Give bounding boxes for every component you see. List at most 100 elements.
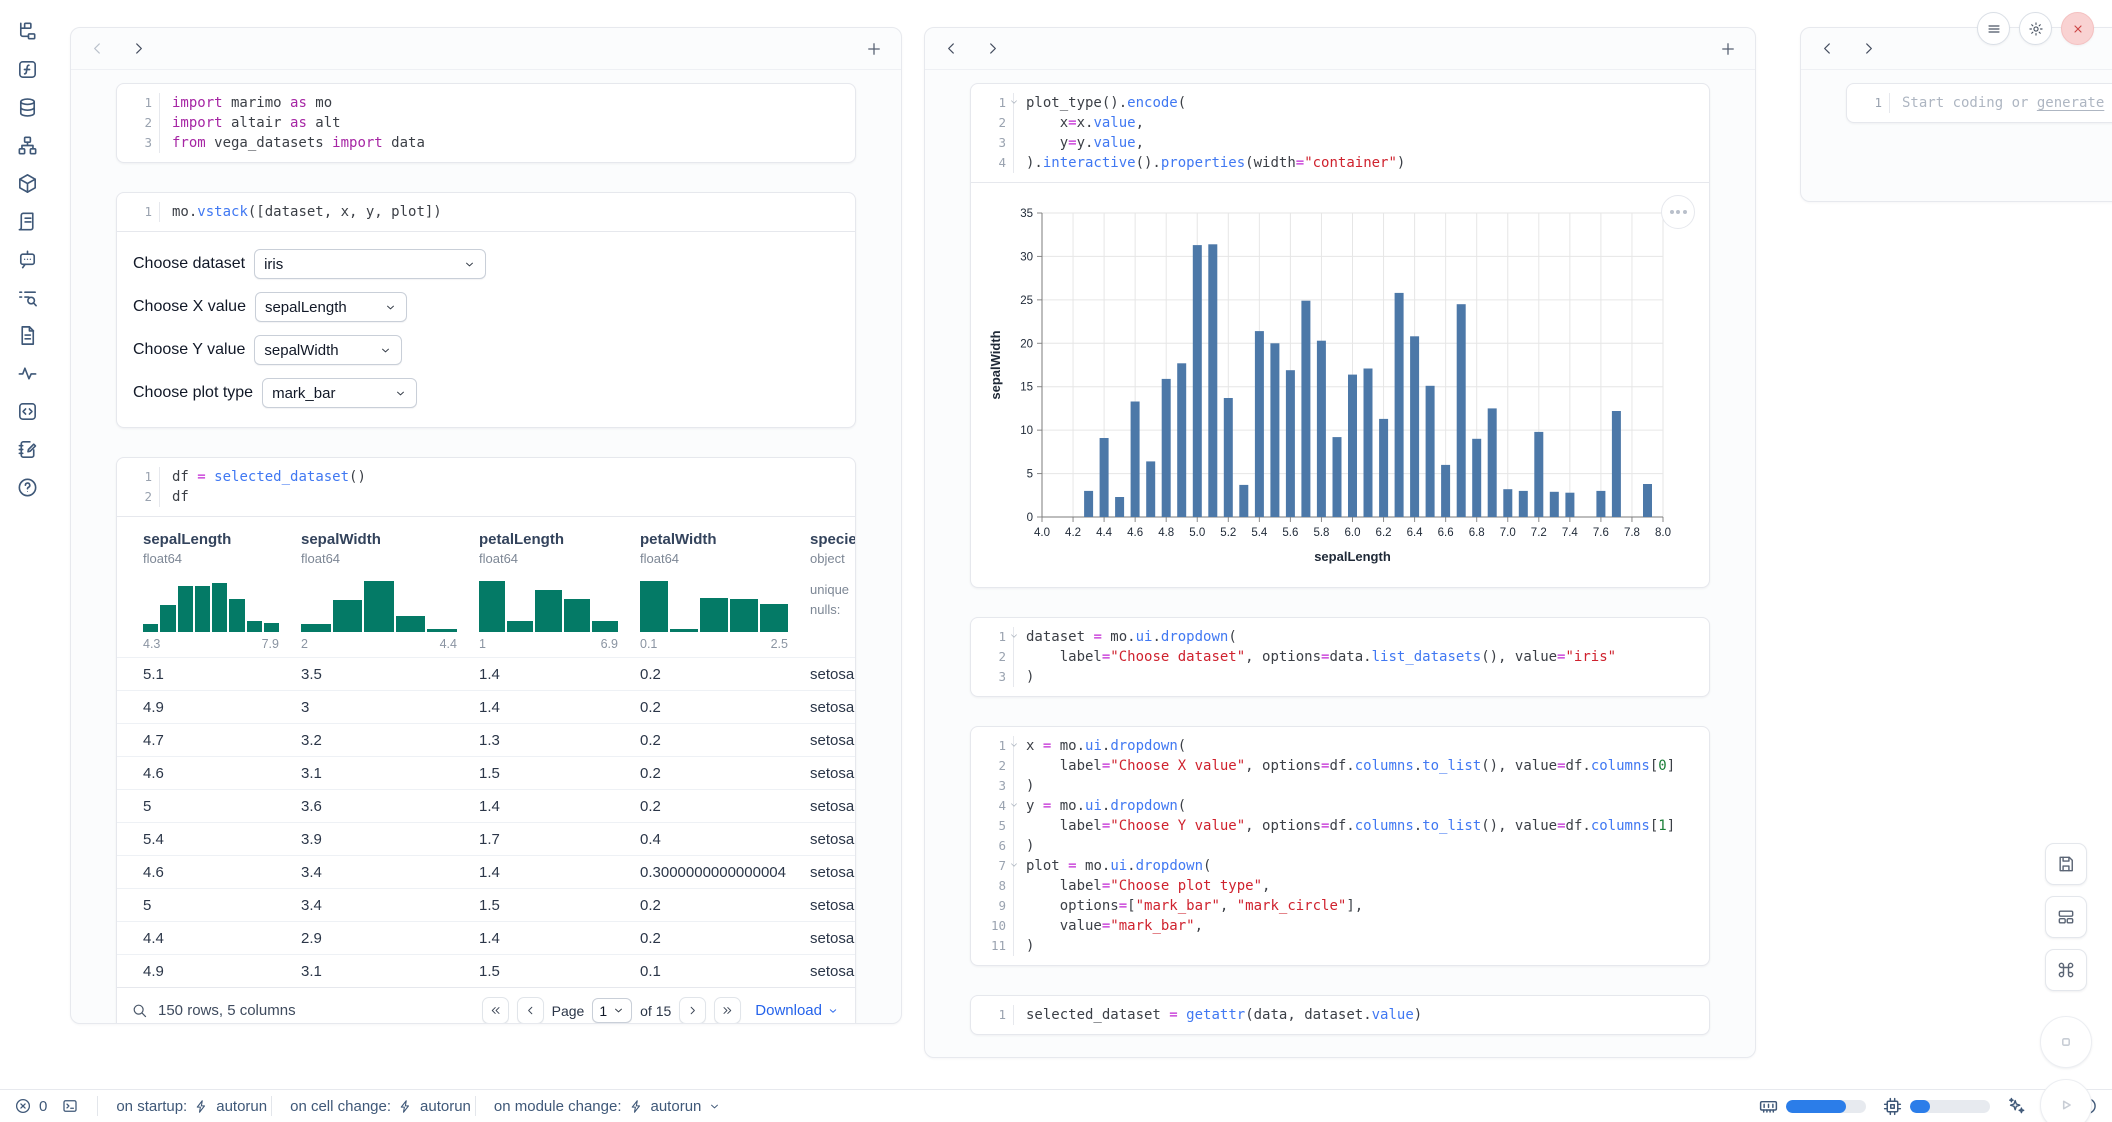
bar-chart[interactable]: 4.04.24.44.64.85.05.25.45.65.86.06.26.46… (985, 197, 1727, 579)
cell-plot-encode[interactable]: 1plot_type().encode(2 x=x.value,3 y=y.va… (970, 83, 1710, 588)
table-row[interactable]: 4.63.11.50.2setosa (117, 756, 855, 789)
log-search-icon[interactable] (16, 286, 39, 309)
on-startup--setting[interactable]: on startup:autorun (97, 1096, 267, 1116)
svg-text:sepalWidth: sepalWidth (988, 330, 1003, 399)
code-line: 2df (117, 487, 855, 507)
layout-button[interactable] (2045, 896, 2087, 938)
choose-y-value-label: Choose Y value (133, 341, 245, 359)
chevron-right-icon[interactable] (984, 40, 1001, 57)
ai-sparkles-icon[interactable] (2006, 1096, 2026, 1116)
cell-vstack[interactable]: 1mo.vstack([dataset, x, y, plot])Choose … (116, 192, 856, 428)
cell-xy-plot-dropdowns[interactable]: 1x = mo.ui.dropdown(2 label="Choose X va… (970, 726, 1710, 966)
chevron-left-icon[interactable] (1819, 40, 1836, 57)
terminal-icon (61, 1097, 79, 1115)
next-page-button[interactable] (679, 997, 706, 1024)
svg-text:5.6: 5.6 (1282, 527, 1298, 539)
close-button[interactable] (2061, 12, 2094, 45)
table-row[interactable]: 4.73.21.30.2setosa (117, 723, 855, 756)
first-page-button[interactable] (482, 997, 509, 1024)
package-icon[interactable] (16, 172, 39, 195)
database-icon[interactable] (16, 96, 39, 119)
chevron-left-icon[interactable] (89, 40, 106, 57)
svg-text:7.8: 7.8 (1624, 527, 1640, 539)
chevron-down-icon (379, 344, 392, 357)
code-editor[interactable]: 1mo.vstack([dataset, x, y, plot]) (117, 193, 855, 231)
function-square-icon[interactable] (16, 58, 39, 81)
on-cell-change--setting[interactable]: on cell change:autorun (271, 1096, 471, 1116)
code-editor[interactable]: 1x = mo.ui.dropdown(2 label="Choose X va… (971, 727, 1709, 965)
previous-page-button[interactable] (517, 997, 544, 1024)
table-row[interactable]: 4.63.41.40.3000000000000004setosa (117, 855, 855, 888)
stop-button[interactable] (2040, 1016, 2092, 1068)
cell-dataframe[interactable]: 1df = selected_dataset()2dfsepalLengthfl… (116, 457, 856, 1024)
chevron-right-icon[interactable] (130, 40, 147, 57)
code-square-icon[interactable] (16, 400, 39, 423)
pagination: Page1of 15Download (482, 997, 839, 1024)
shortcuts-button[interactable] (2045, 949, 2087, 991)
chevron-right-icon[interactable] (1860, 40, 1877, 57)
column-name[interactable]: petalLength (479, 531, 628, 548)
column-name[interactable]: species (810, 531, 855, 548)
cell-new-empty[interactable]: 1 Start coding or generate with AI (1846, 83, 2112, 123)
code-placeholder[interactable]: Start coding or generate with AI (1889, 93, 2112, 113)
bot-icon[interactable] (16, 248, 39, 271)
code-editor[interactable]: 1dataset = mo.ui.dropdown(2 label="Choos… (971, 618, 1709, 696)
scroll-icon[interactable] (16, 210, 39, 233)
memory-usage (1758, 1096, 1866, 1117)
chevron-left-icon[interactable] (943, 40, 960, 57)
menu-button[interactable] (1977, 12, 2010, 45)
last-page-button[interactable] (714, 997, 741, 1024)
table-row[interactable]: 5.43.91.70.4setosa (117, 822, 855, 855)
help-circle-icon[interactable] (16, 476, 39, 499)
table-row[interactable]: 53.61.40.2setosa (117, 789, 855, 822)
activity-icon[interactable] (16, 362, 39, 385)
tree-icon[interactable] (16, 20, 39, 43)
choose-y-value-select[interactable]: sepalWidth (254, 335, 402, 365)
workflow-icon[interactable] (16, 134, 39, 157)
on-module-change--setting[interactable]: on module change:autorun (475, 1096, 721, 1116)
add-column-button[interactable] (1719, 40, 1737, 58)
right-column-panel: 1 Start coding or generate with AI (1800, 27, 2112, 202)
column-name[interactable]: sepalLength (143, 531, 289, 548)
table-row[interactable]: 4.93.11.50.1setosa (117, 954, 855, 987)
svg-text:5: 5 (1027, 469, 1033, 481)
code-editor[interactable]: 1df = selected_dataset()2df (117, 458, 855, 516)
search-icon[interactable] (131, 1002, 148, 1019)
code-editor[interactable]: 1plot_type().encode(2 x=x.value,3 y=y.va… (971, 84, 1709, 182)
add-column-button[interactable] (865, 40, 883, 58)
cell-selected-dataset[interactable]: 1selected_dataset = getattr(data, datase… (970, 995, 1710, 1035)
column-name[interactable]: petalWidth (640, 531, 798, 548)
svg-text:6.8: 6.8 (1469, 527, 1485, 539)
control-row: Choose datasetiris (133, 249, 839, 279)
svg-text:5.0: 5.0 (1189, 527, 1205, 539)
terminal-button[interactable] (61, 1097, 79, 1115)
cell-imports[interactable]: 1import marimo as mo2import altair as al… (116, 83, 856, 163)
choose-x-value-select[interactable]: sepalLength (255, 292, 407, 322)
choose-plot-type-select[interactable]: mark_bar (262, 378, 417, 408)
code-line: 2import altair as alt (117, 113, 855, 133)
column-histogram (301, 578, 457, 632)
page-select[interactable]: 1 (592, 998, 632, 1023)
choose-dataset-select[interactable]: iris (254, 249, 486, 279)
dropdown-controls: Choose datasetirisChoose X valuesepalLen… (117, 232, 855, 427)
code-line: 2 label="Choose X value", options=df.col… (971, 756, 1709, 776)
table-row[interactable]: 53.41.50.2setosa (117, 888, 855, 921)
errors-indicator[interactable]: 0 (14, 1097, 47, 1115)
code-editor[interactable]: 1selected_dataset = getattr(data, datase… (971, 996, 1709, 1034)
table-row[interactable]: 4.931.40.2setosa (117, 690, 855, 723)
run-all-button[interactable] (2040, 1079, 2092, 1122)
code-editor[interactable]: 1import marimo as mo2import altair as al… (117, 84, 855, 162)
chart-more-options-button[interactable] (1661, 195, 1695, 229)
file-text-icon[interactable] (16, 324, 39, 347)
table-row[interactable]: 4.42.91.40.2setosa (117, 921, 855, 954)
column-histogram (143, 578, 279, 632)
notebook-pen-icon[interactable] (16, 438, 39, 461)
save-button[interactable] (2045, 843, 2087, 885)
table-row[interactable]: 5.13.51.40.2setosa (117, 657, 855, 690)
column-name[interactable]: sepalWidth (301, 531, 467, 548)
cell-dataset-dropdown[interactable]: 1dataset = mo.ui.dropdown(2 label="Choos… (970, 617, 1710, 697)
code-line: 4y = mo.ui.dropdown( (971, 796, 1709, 816)
settings-button[interactable] (2019, 12, 2052, 45)
generate-with-ai-link[interactable]: generate (2037, 95, 2104, 111)
download-button[interactable]: Download (755, 1002, 839, 1019)
